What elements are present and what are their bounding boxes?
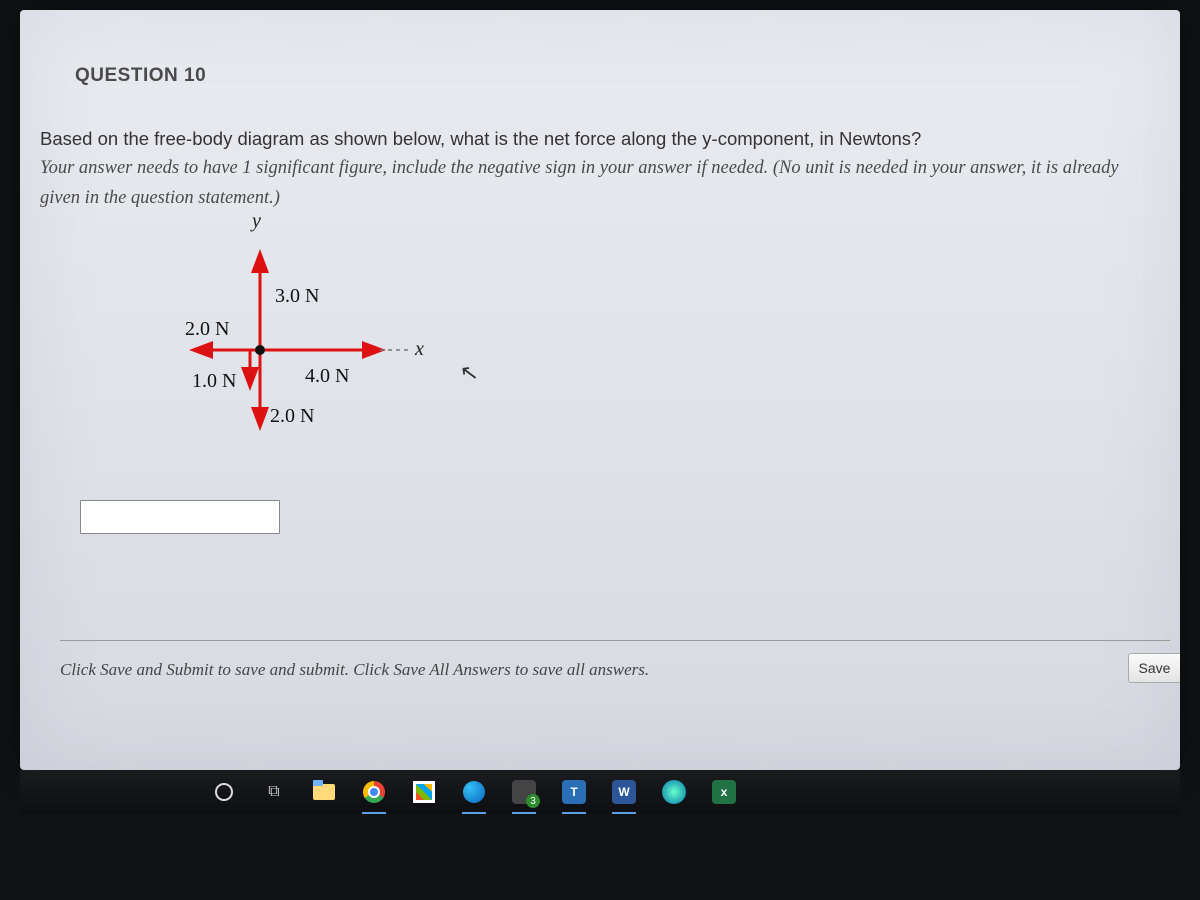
axis-x-label: x [415,338,424,361]
free-body-diagram: y x 3.0 N 2.0 N 1.0 N 4.0 N 2.0 N [110,210,450,470]
question-prompt: Based on the free-body diagram as shown … [40,125,1160,212]
app-t-icon[interactable]: T [560,778,588,806]
task-view-icon[interactable]: ⧉ [260,778,288,806]
chrome-icon[interactable] [360,778,388,806]
taskbar: ⧉ 3 T W x [20,770,1180,814]
app-badge-icon[interactable]: 3 [510,778,538,806]
force-down-large-label: 2.0 N [270,405,314,428]
prompt-note-text: Your answer needs to have 1 significant … [40,158,1119,208]
app-globe-icon[interactable] [660,778,688,806]
footer-hint: Click Save and Submit to save and submit… [60,660,649,680]
force-right-label: 4.0 N [305,365,349,388]
cortana-icon[interactable] [210,778,238,806]
cursor-icon: ↖ [458,359,480,387]
force-down-small-label: 1.0 N [192,370,236,393]
divider [60,640,1170,641]
ms-store-icon[interactable] [410,778,438,806]
prompt-main-text: Based on the free-body diagram as shown … [40,128,921,149]
word-icon[interactable]: W [610,778,638,806]
badge-count: 3 [526,794,540,808]
question-header: QUESTION 10 [75,65,206,87]
force-left-label: 2.0 N [185,318,229,341]
axis-y-label: y [252,210,261,233]
excel-icon[interactable]: x [710,778,738,806]
quiz-screen: QUESTION 10 Based on the free-body diagr… [20,10,1180,770]
answer-input[interactable] [80,500,280,534]
edge-icon[interactable] [460,778,488,806]
file-explorer-icon[interactable] [310,778,338,806]
diagram-svg [110,210,450,470]
force-up-label: 3.0 N [275,285,319,308]
save-button-label: Save [1139,660,1171,676]
save-button[interactable]: Save [1128,653,1180,683]
